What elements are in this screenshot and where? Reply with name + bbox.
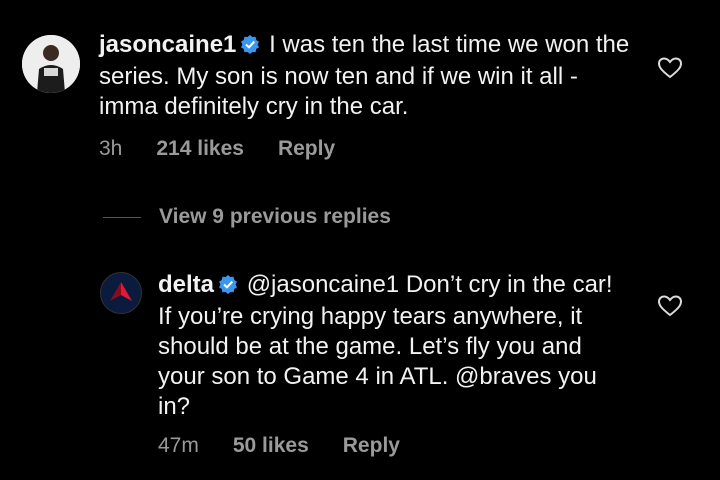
mention-jasoncaine1[interactable]: @jasoncaine1 <box>247 271 399 298</box>
view-replies-label: View 9 previous replies <box>159 205 391 228</box>
mention-braves[interactable]: @braves <box>455 363 551 390</box>
verified-badge-icon <box>218 272 238 302</box>
username-jasoncaine1[interactable]: jasoncaine1 <box>99 31 236 58</box>
heart-icon[interactable] <box>657 294 683 323</box>
comment-jasoncaine1: jasoncaine1 I was ten the last time we w… <box>99 30 639 122</box>
reply-button[interactable]: Reply <box>343 434 400 458</box>
timestamp: 3h <box>99 137 123 160</box>
reply-button[interactable]: Reply <box>278 137 335 161</box>
likes-count[interactable]: 214 likes <box>156 137 244 161</box>
heart-icon[interactable] <box>657 56 683 85</box>
verified-badge-icon <box>240 32 260 62</box>
username-delta[interactable]: delta <box>158 271 214 298</box>
avatar-jasoncaine1[interactable] <box>22 35 80 93</box>
likes-count[interactable]: 50 likes <box>233 434 309 458</box>
avatar-delta[interactable] <box>100 272 142 314</box>
comment-meta: 3h 214 likes Reply <box>99 137 369 161</box>
comment-meta: 47m 50 likes Reply <box>158 434 434 458</box>
view-previous-replies[interactable]: View 9 previous replies <box>103 205 391 229</box>
comment-delta: delta @jasoncaine1 Don’t cry in the car!… <box>158 270 628 422</box>
timestamp: 47m <box>158 434 199 457</box>
divider-line <box>103 216 141 218</box>
